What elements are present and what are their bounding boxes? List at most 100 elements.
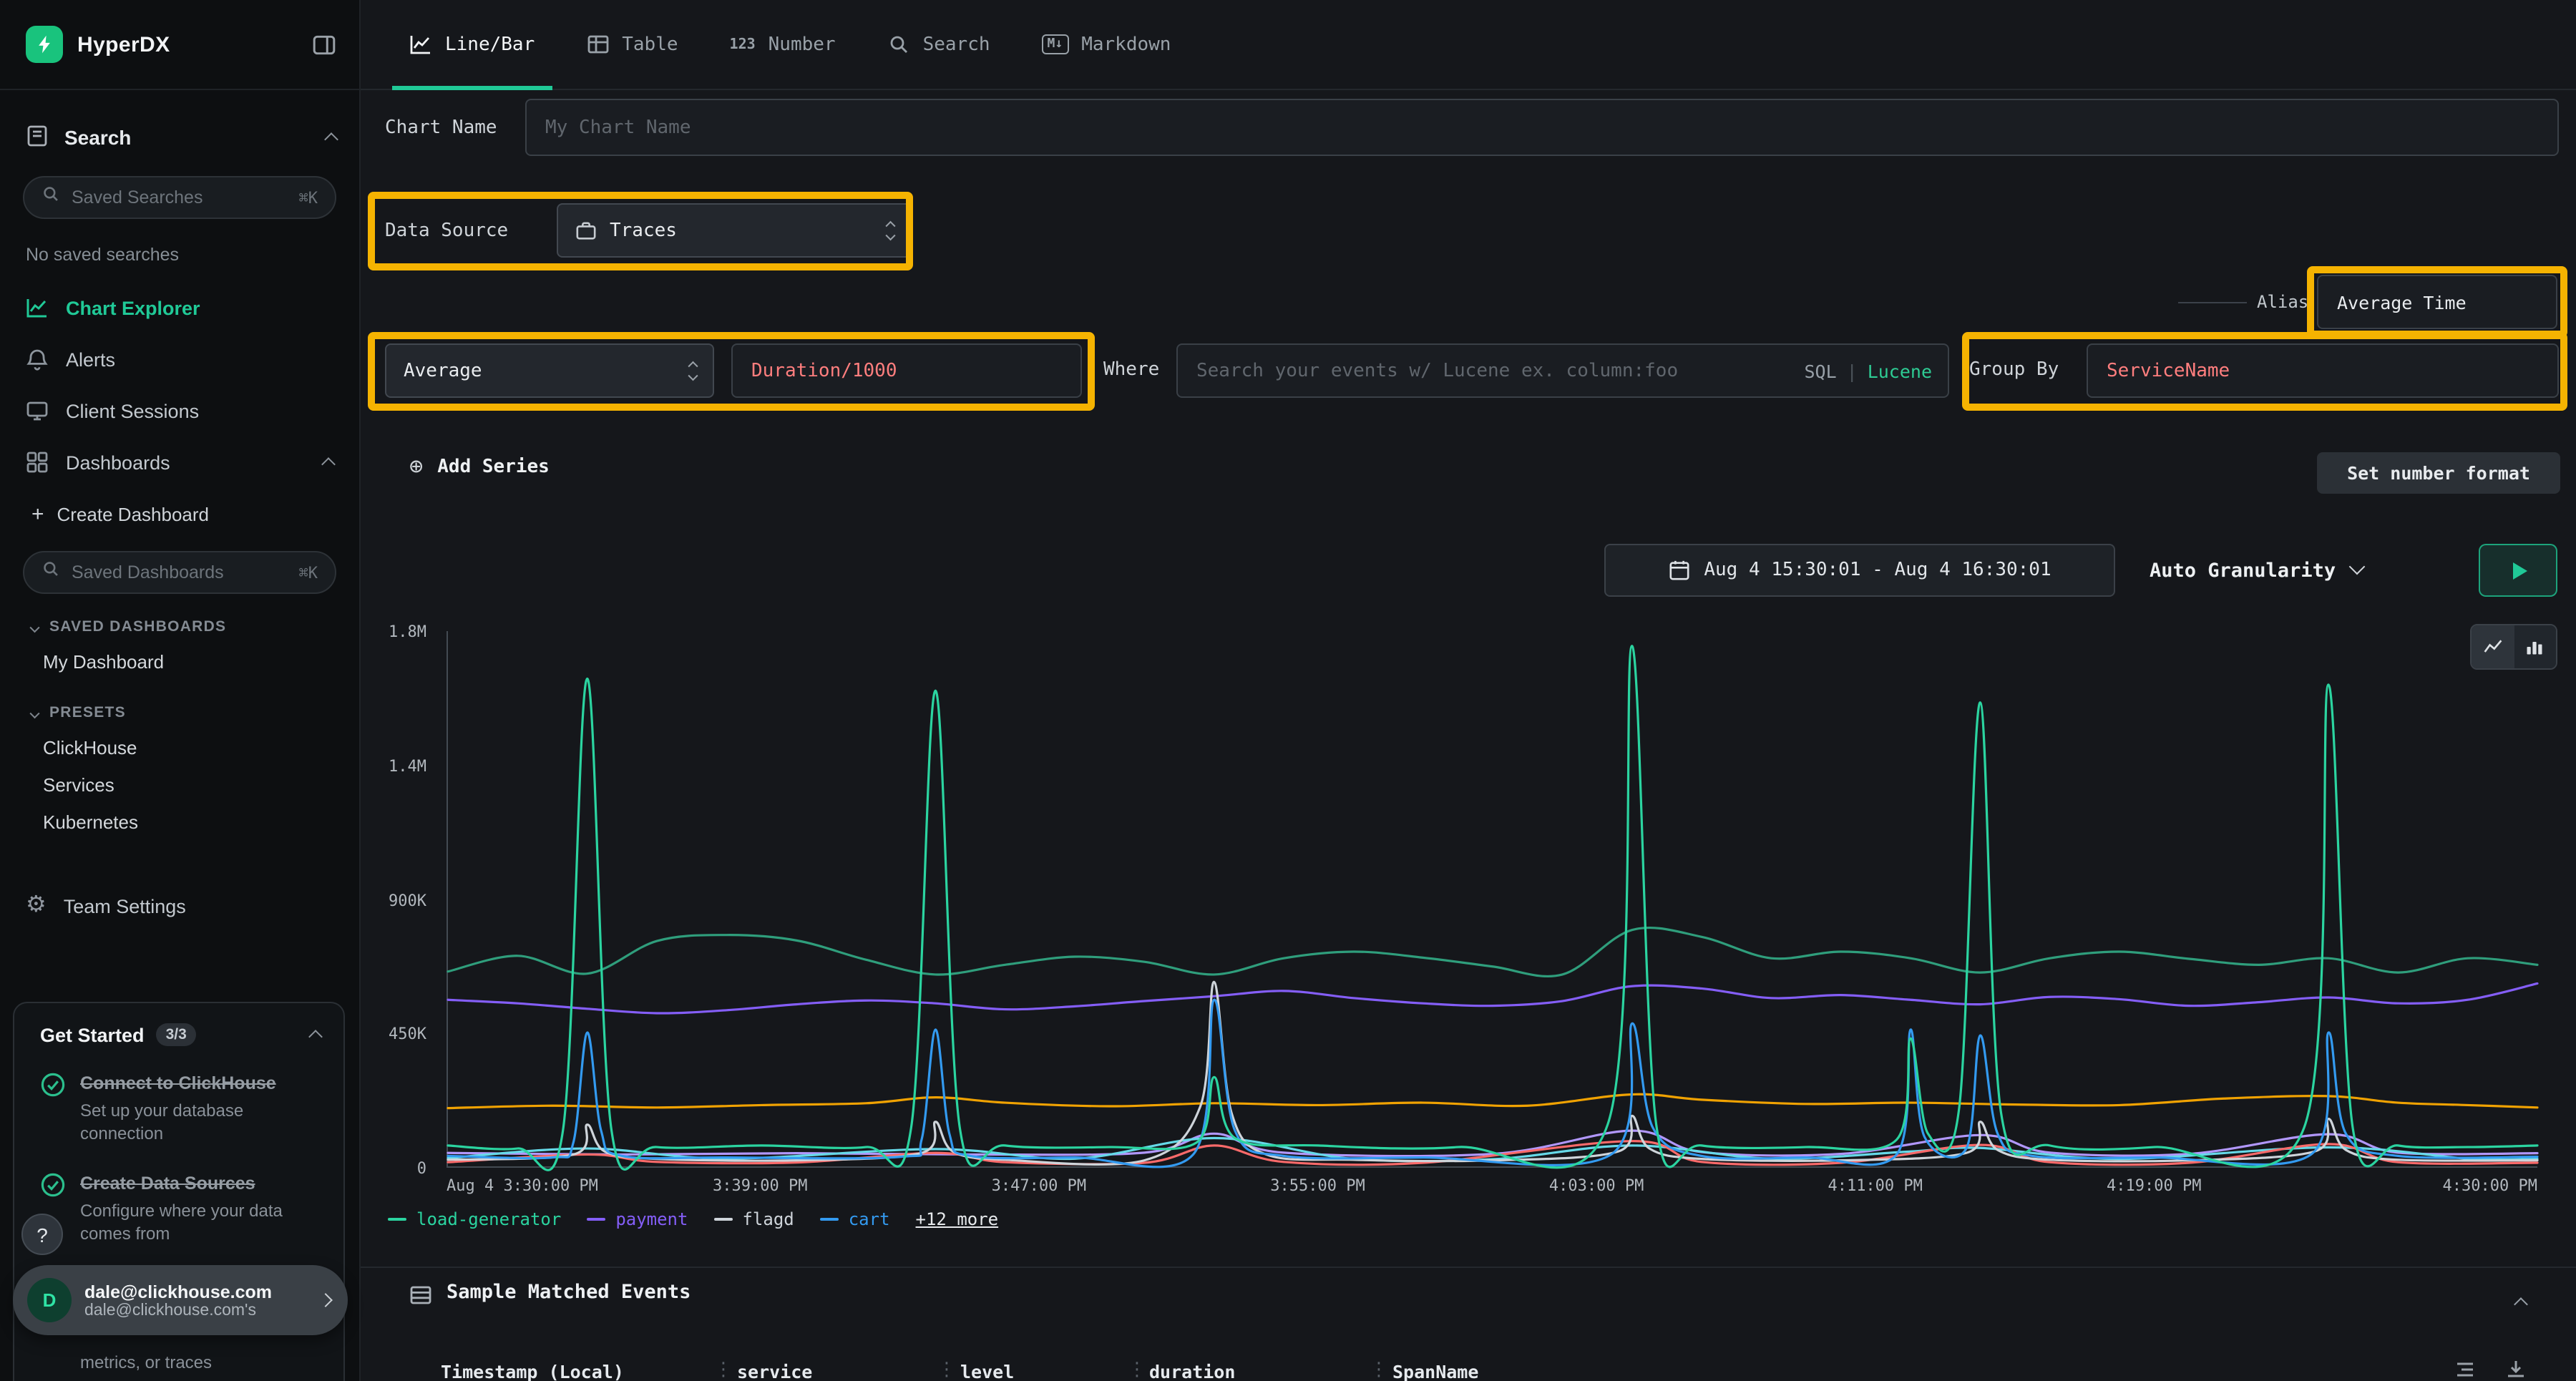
sidebar-item-label: Team Settings (64, 895, 186, 917)
tab-search[interactable]: Search (862, 0, 1016, 89)
preset-label: ClickHouse (43, 736, 137, 758)
column-separator-icon[interactable]: ⋮ (1370, 1358, 1388, 1381)
preset-label: Kubernetes (43, 811, 138, 832)
main-content: Line/Bar Table 123 Number Search M↓ Mark… (361, 0, 2576, 1381)
add-series-label: Add Series (437, 456, 550, 477)
collapse-section-button[interactable] (2516, 1291, 2526, 1317)
sidebar-section-search[interactable]: Search (0, 119, 359, 156)
tab-table[interactable]: Table (560, 0, 703, 89)
sidebar-item-team-settings[interactable]: ⚙ Team Settings (0, 880, 359, 932)
get-started-item-title: Create Data Sources (80, 1171, 295, 1195)
legend-label: flagd (742, 1209, 794, 1229)
tab-markdown[interactable]: M↓ Markdown (1016, 0, 1197, 89)
section-search-label: Search (64, 126, 131, 149)
plus-icon: + (31, 502, 44, 526)
app-root: HyperDX Search Saved Searches ⌘K No save… (0, 0, 2576, 1381)
chart-x-axis: Aug 4 3:30:00 PM3:39:00 PM3:47:00 PM3:55… (447, 1176, 2537, 1199)
user-email: dale@clickhouse.com (84, 1282, 321, 1302)
table-icon (586, 33, 609, 56)
mode-divider: | (1847, 360, 1858, 381)
user-menu[interactable]: D dale@clickhouse.com dale@clickhouse.co… (13, 1265, 348, 1335)
sidebar-collapse-icon[interactable] (312, 32, 336, 57)
column-header-level[interactable]: level (960, 1361, 1014, 1381)
column-header-duration[interactable]: duration (1149, 1361, 1235, 1381)
add-series-button[interactable]: ⊕ Add Series (409, 455, 550, 478)
saved-searches-input[interactable]: Saved Searches ⌘K (23, 176, 336, 219)
sidebar-item-clickhouse[interactable]: ClickHouse (0, 728, 359, 766)
chevron-up-icon (324, 132, 338, 147)
group-by-input[interactable] (2087, 343, 2559, 398)
chart-canvas (448, 631, 2537, 1166)
help-button[interactable]: ? (21, 1214, 63, 1255)
alias-input[interactable] (2317, 275, 2557, 329)
chart-plot-area[interactable] (447, 631, 2537, 1168)
legend-more-link[interactable]: +12 more (916, 1209, 999, 1229)
chart-series-load-generator (448, 646, 2537, 1171)
column-header-spanname[interactable]: SpanName (1392, 1361, 1478, 1381)
group-saved-dashboards[interactable]: SAVED DASHBOARDS (0, 611, 359, 643)
saved-searches-placeholder: Saved Searches (72, 187, 288, 208)
data-source-select[interactable]: Traces (557, 203, 912, 258)
sidebar-nav: Chart Explorer Alerts Client Sessions Da… (0, 282, 359, 932)
x-axis-label: 3:55:00 PM (1270, 1176, 1365, 1195)
legend-item-payment[interactable]: payment (587, 1209, 688, 1229)
sql-mode-button[interactable]: SQL (1804, 360, 1836, 381)
legend-swatch (713, 1218, 732, 1221)
aggregation-select[interactable]: Average (385, 343, 714, 398)
sidebar-item-label: Dashboards (66, 452, 170, 473)
set-number-format-button[interactable]: Set number format (2317, 452, 2560, 494)
x-axis-label: 3:47:00 PM (992, 1176, 1086, 1195)
column-separator-icon[interactable]: ⋮ (714, 1358, 733, 1381)
get-started-header[interactable]: Get Started 3/3 (40, 1023, 321, 1046)
sidebar-item-services[interactable]: Services (0, 766, 359, 803)
dashboard-link-label: My Dashboard (43, 650, 164, 672)
y-axis-label: 0 (417, 1159, 426, 1178)
set-number-format-label: Set number format (2347, 462, 2530, 484)
chart-series-flagd (448, 982, 2537, 1164)
get-started-item[interactable]: Create Data Sources Configure where your… (40, 1171, 321, 1245)
group-presets[interactable]: PRESETS (0, 697, 359, 728)
x-axis-label: Aug 4 3:30:00 PM (447, 1176, 598, 1195)
column-separator-icon[interactable]: ⋮ (937, 1358, 956, 1381)
get-started-item[interactable]: Connect to ClickHouse Set up your databa… (40, 1072, 321, 1146)
sidebar: HyperDX Search Saved Searches ⌘K No save… (0, 0, 361, 1381)
legend-item-cart[interactable]: cart (820, 1209, 890, 1229)
create-dashboard-button[interactable]: + Create Dashboard (0, 488, 359, 540)
column-separator-icon[interactable]: ⋮ (1128, 1358, 1146, 1381)
no-saved-searches-text: No saved searches (26, 245, 359, 265)
chart-series-payment (448, 983, 2537, 1013)
sidebar-item-dashboards[interactable]: Dashboards (0, 436, 359, 488)
group-by-label: Group By (1969, 359, 2059, 381)
sidebar-item-my-dashboard[interactable]: My Dashboard (0, 643, 359, 680)
brand[interactable]: HyperDX (26, 26, 312, 63)
journal-icon (26, 124, 49, 151)
legend-item-load-generator[interactable]: load-generator (388, 1209, 561, 1229)
aggregation-value: Average (404, 360, 482, 381)
tab-label: Line/Bar (445, 34, 535, 55)
legend-item-flagd[interactable]: flagd (713, 1209, 794, 1229)
legend-label: load-generator (416, 1209, 561, 1229)
sidebar-item-chart-explorer[interactable]: Chart Explorer (0, 282, 359, 333)
tab-line-bar[interactable]: Line/Bar (384, 0, 560, 89)
sidebar-item-client-sessions[interactable]: Client Sessions (0, 385, 359, 436)
y-axis-label: 450K (389, 1025, 426, 1044)
chart-name-input[interactable] (525, 99, 2559, 156)
sidebar-item-alerts[interactable]: Alerts (0, 333, 359, 385)
get-started-title: Get Started (40, 1024, 145, 1045)
date-range-picker[interactable]: Aug 4 15:30:01 - Aug 4 16:30:01 (1604, 544, 2115, 597)
download-icon[interactable] (2504, 1358, 2527, 1381)
tab-number[interactable]: 123 Number (704, 0, 862, 89)
sidebar-header: HyperDX (0, 0, 359, 90)
column-settings-icon[interactable] (2453, 1358, 2476, 1381)
column-header-timestamp[interactable]: Timestamp (Local) (441, 1361, 624, 1381)
column-header-service[interactable]: service (737, 1361, 812, 1381)
sample-events-title: Sample Matched Events (447, 1281, 691, 1304)
markdown-icon: M↓ (1042, 34, 1069, 54)
run-query-button[interactable] (2479, 544, 2557, 597)
y-axis-label: 1.4M (389, 757, 426, 776)
sidebar-item-kubernetes[interactable]: Kubernetes (0, 803, 359, 840)
granularity-select[interactable]: Auto Granularity (2135, 544, 2377, 597)
saved-dashboards-input[interactable]: Saved Dashboards ⌘K (23, 551, 336, 594)
lucene-mode-button[interactable]: Lucene (1868, 360, 1932, 381)
metric-field[interactable] (731, 343, 1082, 398)
